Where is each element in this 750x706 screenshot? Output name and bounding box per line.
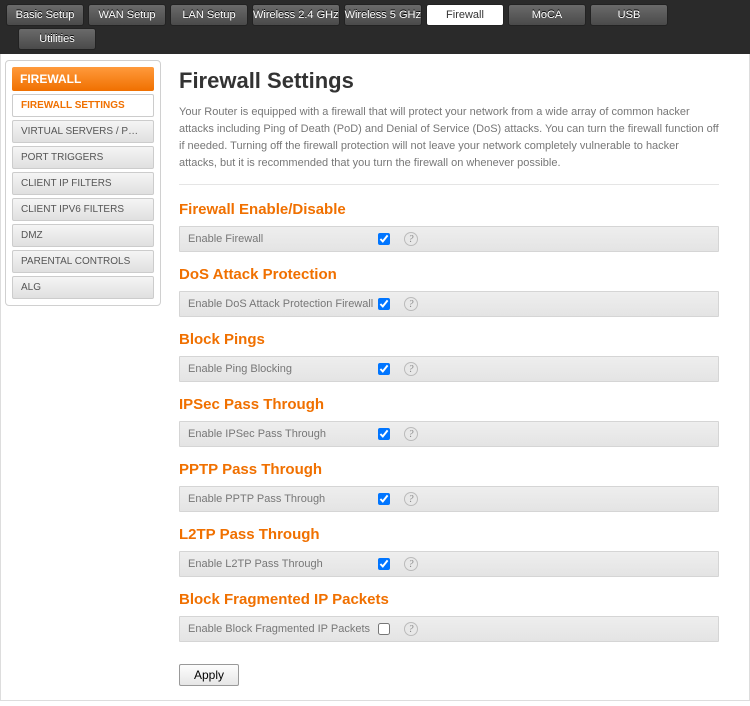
section-title: IPSec Pass Through xyxy=(179,396,719,413)
setting-row: Enable Ping Blocking ? xyxy=(179,356,719,382)
setting-row: Enable IPSec Pass Through ? xyxy=(179,421,719,447)
page-description: Your Router is equipped with a firewall … xyxy=(179,104,719,172)
enable-l2tp-checkbox[interactable] xyxy=(378,558,390,570)
setting-row: Enable L2TP Pass Through ? xyxy=(179,551,719,577)
setting-label: Enable L2TP Pass Through xyxy=(188,558,378,570)
tab-wireless-24[interactable]: Wireless 2.4 GHz xyxy=(252,4,340,26)
sidebar-item-dmz[interactable]: DMZ xyxy=(12,224,154,247)
tab-firewall[interactable]: Firewall xyxy=(426,4,504,26)
sidebar-item-parental-controls[interactable]: PARENTAL CONTROLS xyxy=(12,250,154,273)
top-nav-row-2: Utilities xyxy=(0,26,750,54)
enable-firewall-checkbox[interactable] xyxy=(378,233,390,245)
section-title: PPTP Pass Through xyxy=(179,461,719,478)
section-block-pings: Block Pings Enable Ping Blocking ? xyxy=(179,331,719,382)
tab-usb[interactable]: USB xyxy=(590,4,668,26)
divider xyxy=(179,184,719,185)
help-icon[interactable]: ? xyxy=(404,297,418,311)
setting-label: Enable Firewall xyxy=(188,233,378,245)
help-icon[interactable]: ? xyxy=(404,622,418,636)
setting-label: Enable Block Fragmented IP Packets xyxy=(188,623,378,635)
sidebar-item-alg[interactable]: ALG xyxy=(12,276,154,299)
help-icon[interactable]: ? xyxy=(404,557,418,571)
tab-lan-setup[interactable]: LAN Setup xyxy=(170,4,248,26)
setting-label: Enable Ping Blocking xyxy=(188,363,378,375)
sidebar-item-firewall-settings[interactable]: FIREWALL SETTINGS xyxy=(12,94,154,117)
section-title: L2TP Pass Through xyxy=(179,526,719,543)
help-icon[interactable]: ? xyxy=(404,232,418,246)
enable-block-fragmented-checkbox[interactable] xyxy=(378,623,390,635)
enable-pptp-checkbox[interactable] xyxy=(378,493,390,505)
enable-ping-blocking-checkbox[interactable] xyxy=(378,363,390,375)
section-title: Block Fragmented IP Packets xyxy=(179,591,719,608)
sidebar-item-client-ipv6-filters[interactable]: CLIENT IPV6 FILTERS xyxy=(12,198,154,221)
setting-row: Enable Block Fragmented IP Packets ? xyxy=(179,616,719,642)
setting-row: Enable DoS Attack Protection Firewall ? xyxy=(179,291,719,317)
setting-label: Enable PPTP Pass Through xyxy=(188,493,378,505)
main-content: Firewall Settings Your Router is equippe… xyxy=(179,60,729,694)
setting-label: Enable DoS Attack Protection Firewall xyxy=(188,298,378,310)
sidebar: FIREWALL FIREWALL SETTINGS VIRTUAL SERVE… xyxy=(5,60,161,306)
tab-moca[interactable]: MoCA xyxy=(508,4,586,26)
setting-row: Enable Firewall ? xyxy=(179,226,719,252)
sidebar-item-client-ip-filters[interactable]: CLIENT IP FILTERS xyxy=(12,172,154,195)
section-block-fragmented: Block Fragmented IP Packets Enable Block… xyxy=(179,591,719,642)
section-ipsec: IPSec Pass Through Enable IPSec Pass Thr… xyxy=(179,396,719,447)
tab-wireless-5[interactable]: Wireless 5 GHz xyxy=(344,4,422,26)
content-wrap: FIREWALL FIREWALL SETTINGS VIRTUAL SERVE… xyxy=(0,54,750,701)
sidebar-item-virtual-servers[interactable]: VIRTUAL SERVERS / PORT … xyxy=(12,120,154,143)
help-icon[interactable]: ? xyxy=(404,492,418,506)
tab-wan-setup[interactable]: WAN Setup xyxy=(88,4,166,26)
tab-basic-setup[interactable]: Basic Setup xyxy=(6,4,84,26)
setting-row: Enable PPTP Pass Through ? xyxy=(179,486,719,512)
sidebar-header: FIREWALL xyxy=(12,67,154,91)
top-nav-row-1: Basic Setup WAN Setup LAN Setup Wireless… xyxy=(0,0,750,26)
section-title: DoS Attack Protection xyxy=(179,266,719,283)
top-nav: Basic Setup WAN Setup LAN Setup Wireless… xyxy=(0,0,750,54)
section-dos: DoS Attack Protection Enable DoS Attack … xyxy=(179,266,719,317)
section-pptp: PPTP Pass Through Enable PPTP Pass Throu… xyxy=(179,461,719,512)
sidebar-item-port-triggers[interactable]: PORT TRIGGERS xyxy=(12,146,154,169)
section-l2tp: L2TP Pass Through Enable L2TP Pass Throu… xyxy=(179,526,719,577)
enable-dos-checkbox[interactable] xyxy=(378,298,390,310)
setting-label: Enable IPSec Pass Through xyxy=(188,428,378,440)
section-title: Firewall Enable/Disable xyxy=(179,201,719,218)
help-icon[interactable]: ? xyxy=(404,427,418,441)
page-title: Firewall Settings xyxy=(179,68,719,94)
section-title: Block Pings xyxy=(179,331,719,348)
apply-button[interactable]: Apply xyxy=(179,664,239,686)
help-icon[interactable]: ? xyxy=(404,362,418,376)
tab-utilities[interactable]: Utilities xyxy=(18,28,96,50)
enable-ipsec-checkbox[interactable] xyxy=(378,428,390,440)
section-firewall-enable: Firewall Enable/Disable Enable Firewall … xyxy=(179,201,719,252)
